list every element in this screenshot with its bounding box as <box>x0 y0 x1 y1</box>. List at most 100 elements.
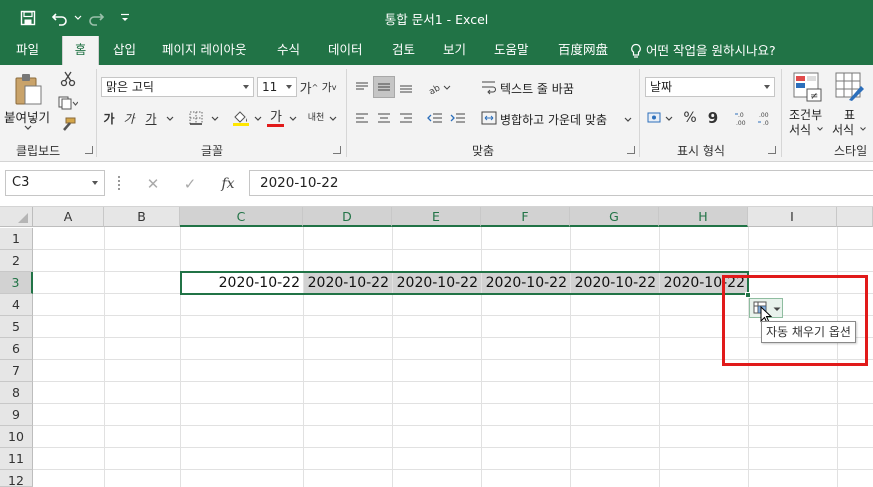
row-header-1[interactable]: 1 <box>0 228 33 250</box>
row-header-10[interactable]: 10 <box>0 426 33 448</box>
paste-dropdown-icon[interactable] <box>22 123 34 131</box>
font-color-dropdown-icon[interactable] <box>288 110 298 126</box>
fill-color-icon[interactable] <box>230 107 252 129</box>
column-header-j[interactable] <box>837 207 873 227</box>
column-header-b[interactable]: B <box>104 207 180 227</box>
tab-review[interactable]: 검토 <box>390 36 417 65</box>
tab-page-layout[interactable]: 페이지 레이아웃 <box>160 36 248 65</box>
align-right-icon[interactable] <box>396 108 416 128</box>
format-as-table-label-2[interactable]: 서식 <box>832 121 854 138</box>
column-header-h[interactable]: H <box>659 207 748 227</box>
column-header-f[interactable]: F <box>481 207 570 227</box>
accounting-dropdown-icon[interactable] <box>664 110 674 126</box>
accounting-format-icon[interactable] <box>646 108 664 128</box>
paste-icon[interactable] <box>10 71 46 107</box>
row-header-8[interactable]: 8 <box>0 382 33 404</box>
decrease-font-icon[interactable]: 가v <box>320 77 338 97</box>
number-format-select[interactable]: 날짜 <box>645 77 775 97</box>
tab-formulas[interactable]: 수식 <box>275 36 302 65</box>
underline-button[interactable]: 가 <box>144 108 158 128</box>
align-top-icon[interactable] <box>352 77 372 97</box>
formula-bar-grip[interactable] <box>118 176 120 190</box>
cell-g3[interactable]: 2020-10-22 <box>571 272 659 294</box>
align-left-icon[interactable] <box>352 108 372 128</box>
cell-f3[interactable]: 2020-10-22 <box>482 272 570 294</box>
tab-insert[interactable]: 삽입 <box>111 36 138 65</box>
row-header-5[interactable]: 5 <box>0 316 33 338</box>
bold-button[interactable]: 가 <box>102 108 116 128</box>
cancel-entry-button[interactable]: ✕ <box>143 174 163 194</box>
font-color-button[interactable]: 가 <box>266 106 286 125</box>
tab-help[interactable]: 도움말 <box>492 36 531 65</box>
merge-center-icon[interactable] <box>479 108 499 128</box>
row-header-4[interactable]: 4 <box>0 294 33 316</box>
align-middle-icon[interactable] <box>373 76 395 98</box>
row-header-3[interactable]: 3 <box>0 272 33 294</box>
column-header-g[interactable]: G <box>570 207 659 227</box>
font-launcher-icon[interactable] <box>333 146 341 154</box>
column-header-i[interactable]: I <box>748 207 837 227</box>
confirm-entry-button[interactable]: ✓ <box>180 174 200 194</box>
comma-style-button[interactable]: 9 <box>705 108 721 128</box>
orientation-icon[interactable]: ab <box>424 77 454 97</box>
conditional-dropdown-icon[interactable] <box>816 126 824 132</box>
tab-home[interactable]: 홈 <box>62 36 99 65</box>
increase-font-icon[interactable]: 가 ^ <box>300 77 319 97</box>
alignment-launcher-icon[interactable] <box>627 146 635 154</box>
format-as-table-icon[interactable] <box>833 71 867 103</box>
row-header-2[interactable]: 2 <box>0 250 33 272</box>
wrap-text-icon[interactable] <box>479 76 499 98</box>
tell-me-search[interactable]: 어떤 작업을 원하시나요? <box>628 36 778 65</box>
cell-h3[interactable]: 2020-10-22 <box>660 272 748 294</box>
percent-button[interactable]: % <box>680 108 700 128</box>
font-name-select[interactable]: 맑은 고딕 <box>101 77 254 97</box>
tab-data[interactable]: 데이터 <box>326 36 365 65</box>
phonetic-guide-button[interactable]: 내천 <box>305 108 327 128</box>
name-box[interactable]: C3 <box>5 170 105 196</box>
cell-d3[interactable]: 2020-10-22 <box>304 272 392 294</box>
insert-function-button[interactable]: fx <box>217 174 239 194</box>
auto-fill-options-button[interactable] <box>749 298 783 324</box>
conditional-formatting-label-2[interactable]: 서식 <box>789 121 811 138</box>
increase-decimal-icon[interactable]: .0.00 <box>734 108 754 128</box>
select-all-corner[interactable] <box>0 207 33 227</box>
cut-icon[interactable] <box>58 69 78 89</box>
wrap-text-label[interactable]: 텍스트 줄 바꿈 <box>500 80 574 97</box>
merge-center-label[interactable]: 병합하고 가운데 맞춤 <box>500 111 607 128</box>
column-header-c[interactable]: C <box>180 207 303 227</box>
tab-view[interactable]: 보기 <box>441 36 468 65</box>
format-painter-icon[interactable] <box>58 115 78 135</box>
increase-indent-icon[interactable] <box>447 108 469 128</box>
cell-e3[interactable]: 2020-10-22 <box>393 272 481 294</box>
worksheet-grid[interactable]: A B C D E F G H I 1 2 3 4 5 6 7 8 9 10 1… <box>0 207 873 487</box>
merge-dropdown-icon[interactable] <box>623 113 633 125</box>
underline-dropdown-icon[interactable] <box>165 110 175 126</box>
tab-file[interactable]: 파일 <box>14 36 41 65</box>
row-header-11[interactable]: 11 <box>0 448 33 470</box>
cell-c3[interactable]: 2020-10-22 <box>181 272 303 294</box>
clipboard-launcher-icon[interactable] <box>85 146 93 154</box>
row-header-6[interactable]: 6 <box>0 338 33 360</box>
column-header-e[interactable]: E <box>392 207 481 227</box>
phonetic-dropdown-icon[interactable] <box>328 110 338 126</box>
row-header-9[interactable]: 9 <box>0 404 33 426</box>
align-bottom-icon[interactable] <box>396 77 416 97</box>
decrease-indent-icon[interactable] <box>424 108 446 128</box>
tab-baidu-netdisk[interactable]: 百度网盘 <box>556 36 610 65</box>
align-center-icon[interactable] <box>374 108 394 128</box>
border-dropdown-icon[interactable] <box>210 110 220 126</box>
number-launcher-icon[interactable] <box>768 146 776 154</box>
border-icon[interactable] <box>186 108 206 128</box>
font-size-select[interactable]: 11 <box>257 77 297 97</box>
column-header-a[interactable]: A <box>33 207 104 227</box>
copy-icon[interactable] <box>56 93 80 113</box>
conditional-formatting-icon[interactable]: ≠ <box>792 71 824 103</box>
column-header-d[interactable]: D <box>303 207 392 227</box>
fill-color-dropdown-icon[interactable] <box>253 110 263 126</box>
table-dropdown-icon[interactable] <box>859 126 867 132</box>
decrease-decimal-icon[interactable]: .00.0 <box>757 108 777 128</box>
formula-input[interactable]: 2020-10-22 <box>249 170 873 196</box>
row-header-7[interactable]: 7 <box>0 360 33 382</box>
row-header-12[interactable]: 12 <box>0 470 33 487</box>
italic-button[interactable]: 가 <box>122 108 136 128</box>
